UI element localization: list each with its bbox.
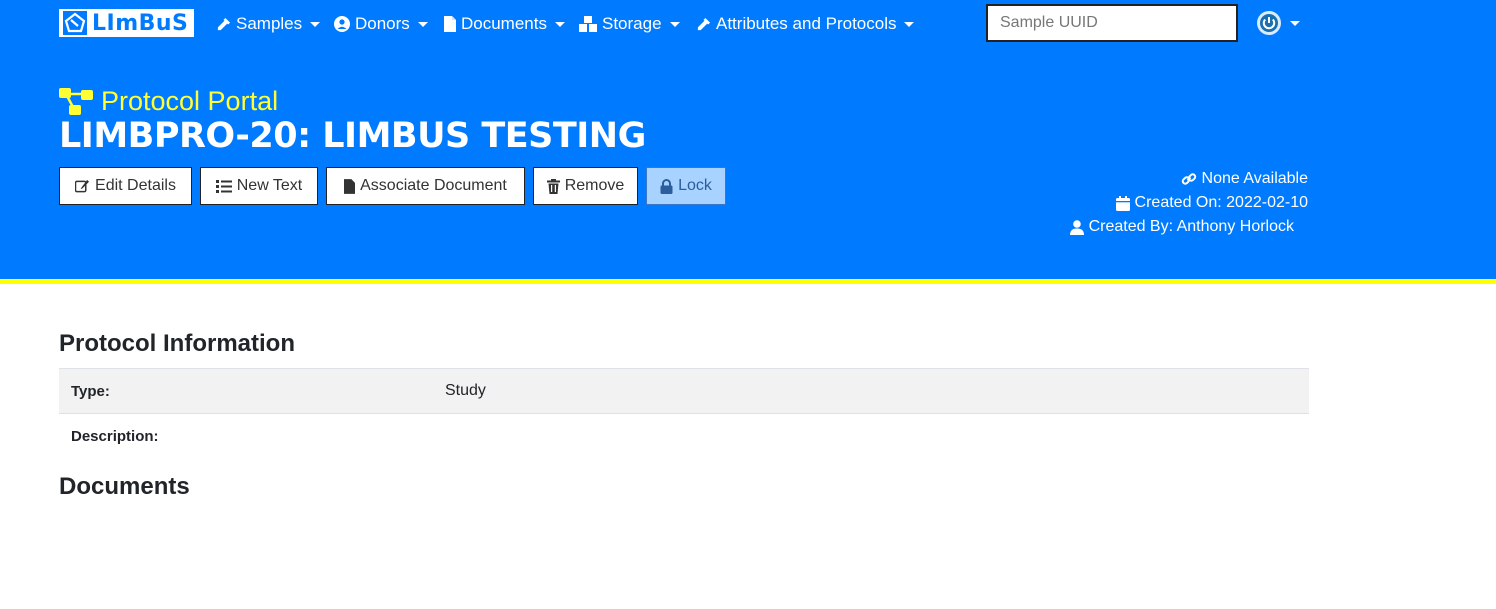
- caret-down-icon: [310, 21, 321, 27]
- caret-down-icon: [417, 21, 428, 27]
- nav-donors[interactable]: Donors: [334, 13, 428, 35]
- edit-details-button[interactable]: Edit Details: [59, 167, 192, 205]
- boxes-icon: [579, 16, 597, 32]
- lock-button[interactable]: Lock: [646, 167, 726, 205]
- brand-logo[interactable]: LImBuS: [59, 9, 195, 37]
- nav-storage[interactable]: Storage: [579, 13, 680, 35]
- associate-document-label: Associate Document: [360, 177, 507, 194]
- protocol-information-heading: Protocol Information: [59, 330, 295, 357]
- type-value: Study: [445, 382, 486, 399]
- documents-heading: Documents: [59, 473, 190, 500]
- list-icon: [215, 179, 232, 193]
- edit-icon: [75, 179, 90, 193]
- nav-documents[interactable]: Documents: [444, 13, 565, 35]
- file-icon: [344, 178, 356, 194]
- table-row: Description:: [59, 413, 1309, 458]
- caret-down-icon: [904, 21, 915, 27]
- type-label: Type:: [71, 382, 110, 400]
- description-label: Description:: [71, 427, 159, 445]
- portal-label: Protocol Portal: [59, 86, 278, 117]
- lock-icon: [660, 178, 673, 194]
- nav-documents-label: Documents: [461, 14, 547, 33]
- created-by-meta: Created By: Anthony Horlock: [1069, 218, 1294, 236]
- power-icon: [1257, 11, 1281, 35]
- nav-donors-label: Donors: [355, 14, 410, 33]
- limbus-logo-icon: [63, 11, 87, 35]
- table-row: Type: Study: [59, 368, 1309, 413]
- caret-down-icon: [669, 21, 680, 27]
- user-menu[interactable]: [1256, 10, 1300, 36]
- remove-button[interactable]: Remove: [533, 167, 638, 205]
- caret-down-icon: [1290, 20, 1300, 26]
- new-text-button[interactable]: New Text: [200, 167, 318, 205]
- user-icon: [1069, 219, 1084, 235]
- page-header: LImBuS Samples Donors Documents Storage …: [0, 0, 1496, 284]
- created-on-meta: Created On: 2022-02-10: [1115, 194, 1308, 212]
- sitemap-icon: [59, 87, 93, 115]
- caret-down-icon: [554, 21, 565, 27]
- trash-icon: [546, 178, 560, 194]
- nav-attributes-protocols[interactable]: Attributes and Protocols: [696, 13, 915, 35]
- file-icon: [444, 16, 456, 32]
- lock-label: Lock: [678, 177, 712, 194]
- sample-uuid-search-input[interactable]: [986, 4, 1238, 42]
- eyedropper-icon: [217, 17, 231, 30]
- portal-label-text: Protocol Portal: [101, 86, 279, 116]
- page-title: LIMBPRO-20: LIMBUS TESTING: [59, 116, 646, 156]
- link-meta: None Available: [1181, 170, 1308, 188]
- created-on-text: Created On: 2022-02-10: [1134, 194, 1308, 211]
- nav-storage-label: Storage: [602, 14, 662, 33]
- created-by-text: Created By: Anthony Horlock: [1088, 218, 1294, 235]
- edit-details-label: Edit Details: [95, 177, 176, 194]
- remove-label: Remove: [564, 177, 625, 194]
- brand-name: LImBuS: [92, 10, 189, 36]
- user-circle-icon: [334, 16, 350, 32]
- nav-samples[interactable]: Samples: [216, 13, 321, 35]
- link-icon: [1181, 173, 1196, 185]
- nav-attributes-protocols-label: Attributes and Protocols: [716, 14, 897, 33]
- calendar-icon: [1115, 195, 1130, 211]
- associate-document-button[interactable]: Associate Document: [326, 167, 525, 205]
- link-meta-text: None Available: [1201, 170, 1308, 187]
- navbar: LImBuS Samples Donors Documents Storage …: [0, 0, 1496, 46]
- protocol-info-table: Type: Study Description:: [59, 368, 1309, 458]
- eyedropper-icon: [697, 17, 711, 30]
- new-text-label: New Text: [236, 177, 303, 194]
- nav-samples-label: Samples: [236, 14, 303, 33]
